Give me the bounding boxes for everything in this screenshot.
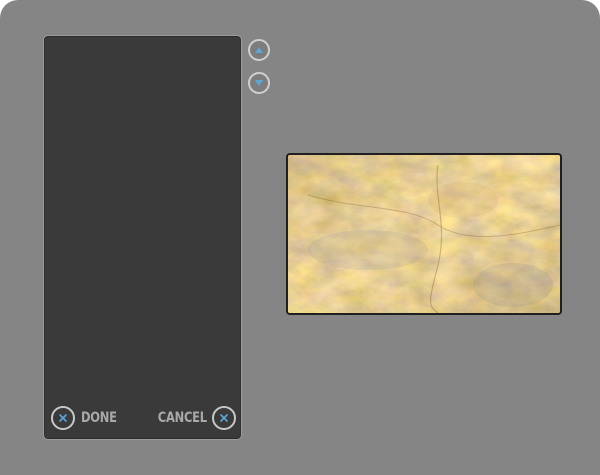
- cancel-button[interactable]: CANCEL: [147, 406, 236, 430]
- golden-leaf-texture: [288, 155, 560, 313]
- done-button[interactable]: DONE: [51, 406, 125, 430]
- item-list-panel: DONE CANCEL: [43, 35, 242, 440]
- close-icon: [51, 406, 75, 430]
- cancel-label: CANCEL: [157, 410, 207, 426]
- scroll-down-button[interactable]: [248, 72, 270, 94]
- app-window: DONE CANCEL: [0, 0, 600, 475]
- arrow-up-icon: [255, 47, 263, 53]
- item-list[interactable]: [48, 40, 237, 389]
- arrow-down-icon: [255, 80, 263, 86]
- image-preview: [286, 153, 562, 315]
- done-label: DONE: [81, 410, 117, 426]
- close-icon: [212, 406, 236, 430]
- scroll-up-button[interactable]: [248, 39, 270, 61]
